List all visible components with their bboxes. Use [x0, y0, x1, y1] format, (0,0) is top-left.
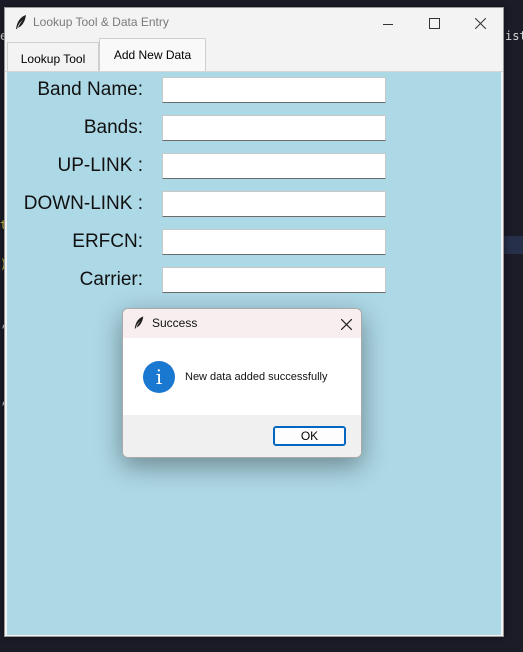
info-icon: i [143, 361, 175, 393]
down-link-label: DOWN-LINK : [23, 193, 143, 214]
tab-add-new-data[interactable]: Add New Data [99, 38, 206, 71]
minimize-icon [383, 14, 393, 33]
erfcn-label: ERFCN: [72, 231, 143, 252]
maximize-icon [428, 14, 440, 33]
band-name-input[interactable] [162, 77, 386, 103]
ok-button[interactable]: OK [273, 426, 346, 446]
form-row-bands: Bands: [7, 115, 407, 143]
tab-lookup-tool[interactable]: Lookup Tool [7, 42, 99, 71]
close-button[interactable] [457, 8, 503, 38]
background-line-highlight [503, 236, 523, 254]
maximize-button[interactable] [411, 8, 457, 38]
dialog-title: Success [152, 316, 198, 330]
close-icon [340, 315, 352, 334]
form-row-carrier: Carrier: [7, 267, 407, 295]
success-dialog: Success i New data added successfully OK [122, 308, 362, 458]
dialog-body: i New data added successfully [123, 338, 361, 415]
erfcn-input[interactable] [162, 229, 386, 255]
minimize-button[interactable] [365, 8, 411, 38]
title-bar[interactable]: Lookup Tool & Data Entry [5, 8, 503, 38]
dialog-footer: OK [123, 415, 361, 457]
up-link-label: UP-LINK : [57, 155, 143, 176]
form-row-band-name: Band Name: [7, 77, 407, 105]
form-row-erfcn: ERFCN: [7, 229, 407, 257]
carrier-input[interactable] [162, 267, 386, 293]
background-text-fragment: ist [505, 29, 523, 43]
feather-icon [14, 14, 28, 34]
feather-icon [133, 315, 145, 334]
down-link-input[interactable] [162, 191, 386, 217]
form-row-up-link: UP-LINK : [7, 153, 407, 181]
band-name-label: Band Name: [37, 79, 143, 100]
close-icon [474, 14, 486, 33]
form-row-down-link: DOWN-LINK : [7, 191, 407, 219]
up-link-input[interactable] [162, 153, 386, 179]
dialog-close-button[interactable] [333, 311, 359, 337]
window-title: Lookup Tool & Data Entry [33, 15, 169, 29]
dialog-message: New data added successfully [185, 371, 328, 383]
bands-label: Bands: [83, 117, 143, 138]
tab-bar: Lookup Tool Add New Data [5, 38, 503, 72]
dialog-title-bar[interactable]: Success [123, 309, 361, 338]
carrier-label: Carrier: [79, 269, 143, 290]
bands-input[interactable] [162, 115, 386, 141]
